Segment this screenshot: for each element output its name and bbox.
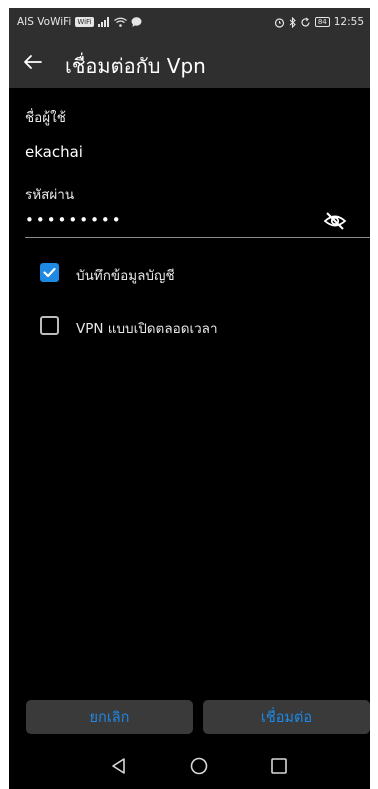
username-label: ชื่อผู้ใช้ — [25, 110, 66, 126]
carrier-label: AIS VoWiFi — [17, 16, 72, 28]
password-underline — [25, 237, 370, 238]
messenger-icon — [131, 17, 142, 27]
connect-button[interactable]: เชื่อมต่อ — [203, 700, 370, 734]
always-on-vpn-label[interactable]: VPN แบบเปิดตลอดเวลา — [76, 317, 218, 339]
vpn-connect-screen: AIS VoWiFi WiFi 84 12:55 เชื่อมต่อกับ Vp… — [9, 8, 370, 789]
save-account-checkbox[interactable] — [40, 263, 59, 282]
page-title: เชื่อมต่อกับ Vpn — [65, 54, 206, 78]
status-time: 12:55 — [333, 16, 364, 28]
alarm-icon — [274, 17, 284, 28]
status-bar: AIS VoWiFi WiFi 84 12:55 — [9, 8, 370, 36]
bluetooth-icon — [289, 16, 296, 28]
always-on-vpn-checkbox[interactable] — [40, 316, 59, 335]
navigation-bar — [9, 744, 370, 789]
arrow-left-icon[interactable] — [21, 50, 45, 74]
signal-icon — [97, 17, 109, 27]
password-field[interactable]: ••••••••• — [25, 211, 123, 229]
password-label: รหัสผ่าน — [25, 187, 75, 203]
check-icon — [43, 267, 56, 278]
back-triangle-icon[interactable] — [109, 756, 129, 776]
sync-icon — [301, 17, 310, 27]
app-bar: เชื่อมต่อกับ Vpn — [9, 36, 370, 88]
status-left: AIS VoWiFi WiFi — [17, 16, 142, 28]
username-field[interactable]: ekachai — [25, 143, 83, 161]
wifi-calling-badge: WiFi — [75, 17, 94, 27]
recents-square-icon[interactable] — [269, 756, 289, 776]
status-right: 84 12:55 — [274, 16, 364, 28]
battery-icon: 84 — [314, 17, 330, 27]
home-circle-icon[interactable] — [189, 756, 209, 776]
eye-off-icon[interactable] — [323, 209, 347, 233]
wifi-icon — [113, 17, 127, 27]
cancel-button[interactable]: ยกเลิก — [26, 700, 193, 734]
save-account-label[interactable]: บันทึกข้อมูลบัญชี — [76, 264, 175, 286]
